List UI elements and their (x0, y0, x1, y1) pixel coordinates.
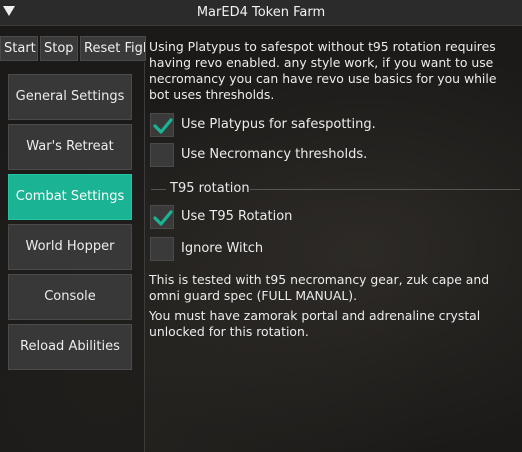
t95-section-title: T95 rotation (170, 181, 250, 196)
sidebar-item-wars-retreat[interactable]: War's Retreat (8, 124, 132, 170)
window-title: MarED4 Token Farm (196, 5, 326, 20)
sidebar-item-reload-abilities[interactable]: Reload Abilities (8, 324, 132, 370)
ignore-witch-label: Ignore Witch (181, 241, 264, 256)
t95-checkbox-row[interactable]: Use T95 Rotation (150, 205, 350, 231)
app-window: MarED4 Token Farm Start Stop Reset Figh … (0, 0, 522, 452)
intro-text: Using Platypus to safespot without t95 r… (149, 39, 497, 102)
stop-button[interactable]: Stop (40, 36, 78, 61)
ignore-witch-checkbox-row[interactable]: Ignore Witch (150, 237, 350, 263)
sidebar-item-combat-settings[interactable]: Combat Settings (8, 174, 132, 220)
necro-thresholds-checkbox[interactable] (150, 143, 174, 167)
platypus-checkbox[interactable] (150, 113, 174, 137)
settings-panel: Using Platypus to safespot without t95 r… (146, 36, 522, 452)
platypus-label: Use Platypus for safespotting. (181, 117, 376, 132)
sidebar-item-world-hopper[interactable]: World Hopper (8, 224, 132, 270)
section-divider-right (250, 189, 520, 190)
checkmark-icon (153, 210, 173, 226)
section-divider-left (151, 189, 166, 190)
note-requirements: You must have zamorak portal and adrenal… (149, 308, 481, 339)
title-bar[interactable]: MarED4 Token Farm (0, 0, 522, 26)
t95-checkbox[interactable] (150, 205, 174, 229)
checkmark-icon (153, 118, 173, 134)
sidebar: General Settings War's Retreat Combat Se… (0, 62, 145, 452)
sidebar-item-general-settings[interactable]: General Settings (8, 74, 132, 120)
necro-thresholds-checkbox-row[interactable]: Use Necromancy thresholds. (150, 143, 450, 169)
reset-fight-button[interactable]: Reset Figh (80, 36, 146, 61)
t95-label: Use T95 Rotation (181, 209, 293, 224)
platypus-checkbox-row[interactable]: Use Platypus for safespotting. (150, 113, 450, 139)
note-tested-gear: This is tested with t95 necromancy gear,… (149, 272, 490, 303)
ignore-witch-checkbox[interactable] (150, 237, 174, 261)
necro-thresholds-label: Use Necromancy thresholds. (181, 147, 368, 162)
sidebar-item-console[interactable]: Console (8, 274, 132, 320)
start-button[interactable]: Start (0, 36, 38, 61)
